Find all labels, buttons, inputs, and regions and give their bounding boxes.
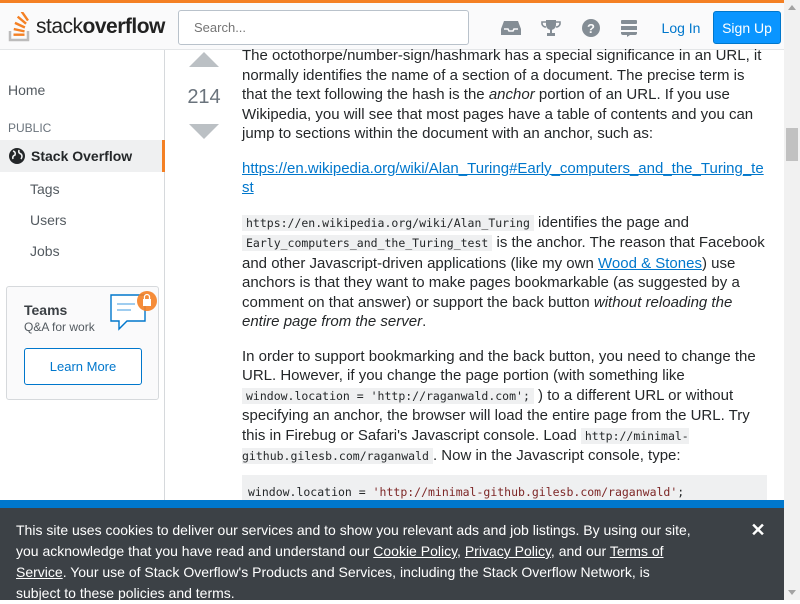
nav-tags[interactable]: Tags <box>30 181 60 197</box>
inline-code: https://en.wikipedia.org/wiki/Alan_Turin… <box>242 214 534 231</box>
answer-paragraph: https://en.wikipedia.org/wiki/Alan_Turin… <box>242 159 770 198</box>
scroll-up-arrow-icon[interactable] <box>788 5 796 10</box>
inline-code: Early_computers_and_the_Turing_test <box>242 235 493 251</box>
scrollbar-thumb[interactable] <box>786 128 798 161</box>
top-bar: stackoverflow ? Log In Sign Up <box>0 0 784 50</box>
inbox-icon[interactable] <box>500 18 522 38</box>
cookie-policy-link[interactable]: Cookie Policy <box>373 543 457 559</box>
teams-subtitle: Q&A for work <box>24 320 95 334</box>
upvote-arrow-icon[interactable] <box>189 52 219 67</box>
wikipedia-anchor-link[interactable]: https://en.wikipedia.org/wiki/Alan_Turin… <box>242 160 764 197</box>
downvote-arrow-icon[interactable] <box>189 124 219 139</box>
wood-stones-link[interactable]: Wood & Stones <box>598 255 702 272</box>
logo-wordmark: stackoverflow <box>36 15 165 38</box>
answer-paragraph: https://en.wikipedia.org/wiki/Alan_Turin… <box>242 213 765 330</box>
nav-stack-overflow-label: Stack Overflow <box>31 148 133 164</box>
vote-score: 214 <box>187 86 221 108</box>
stack-overflow-logo-icon <box>8 12 30 42</box>
learn-more-button[interactable]: Learn More <box>24 348 142 385</box>
nav-users[interactable]: Users <box>30 212 67 228</box>
signup-button[interactable]: Sign Up <box>713 11 781 44</box>
help-icon[interactable]: ? <box>580 18 602 38</box>
teams-title: Teams <box>24 302 68 318</box>
answer-paragraph: The octothorpe/number-sign/hashmark has … <box>242 47 762 142</box>
teams-promo: Teams Q&A for work Learn More <box>6 286 159 400</box>
code-block: window.location = 'http://minimal-github… <box>242 474 767 501</box>
svg-text:?: ? <box>587 21 595 36</box>
answer-body: The octothorpe/number-sign/hashmark has … <box>242 46 770 501</box>
answer-paragraph: In order to support bookmarking and the … <box>242 347 756 464</box>
trophy-icon[interactable] <box>540 18 562 38</box>
teams-chat-icon <box>110 291 157 331</box>
cookie-banner: This site uses cookies to deliver our se… <box>0 508 784 601</box>
nav-jobs[interactable]: Jobs <box>30 243 60 259</box>
site-logo[interactable]: stackoverflow <box>8 12 165 42</box>
search-input[interactable] <box>178 10 469 45</box>
inline-code: window.location = 'http://raganwald.com'… <box>242 387 534 404</box>
cookie-banner-stripe <box>0 500 784 508</box>
nav-home[interactable]: Home <box>8 82 45 98</box>
scroll-down-arrow-icon[interactable] <box>788 590 796 595</box>
nav-public-heading: PUBLIC <box>8 121 52 135</box>
login-button[interactable]: Log In <box>650 11 712 44</box>
page-scrollbar[interactable] <box>784 0 800 600</box>
privacy-policy-link[interactable]: Privacy Policy <box>465 543 551 559</box>
stack-exchange-icon[interactable] <box>618 18 640 38</box>
globe-icon <box>9 148 25 164</box>
close-icon[interactable]: ✕ <box>750 521 766 539</box>
nav-stack-overflow[interactable]: Stack Overflow <box>0 140 165 172</box>
